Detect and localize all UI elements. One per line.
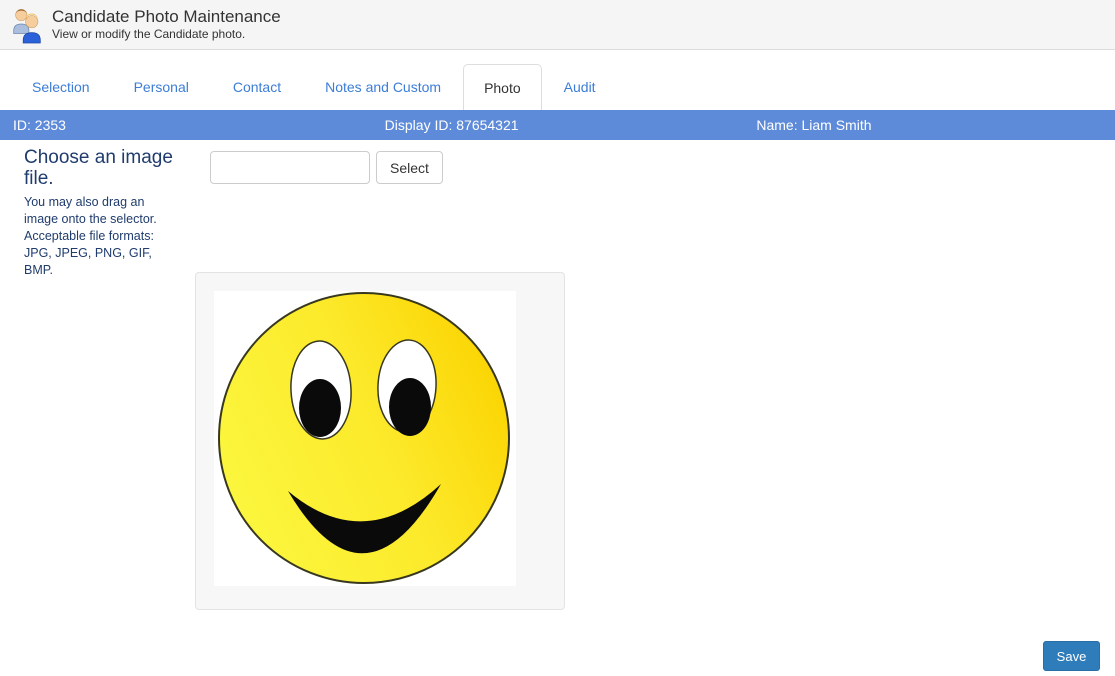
app-header: Candidate Photo Maintenance View or modi… <box>0 0 1115 50</box>
tab-bar: Selection Personal Contact Notes and Cus… <box>0 64 1115 110</box>
record-display-id: Display ID: 87654321 <box>384 117 519 133</box>
tab-selection[interactable]: Selection <box>10 64 112 110</box>
upload-heading: Choose an image file. <box>24 147 173 189</box>
file-selector-row: Select <box>210 151 443 184</box>
smiley-face-image <box>214 291 516 586</box>
page-subtitle: View or modify the Candidate photo. <box>52 27 246 41</box>
select-file-button[interactable]: Select <box>376 151 443 184</box>
record-id: ID: 2353 <box>13 117 66 133</box>
record-name: Name: Liam Smith <box>756 117 872 133</box>
tab-audit[interactable]: Audit <box>542 64 618 110</box>
upload-help-drag: You may also drag an image onto the sele… <box>24 195 157 226</box>
users-icon <box>8 6 46 44</box>
tab-notes-and-custom[interactable]: Notes and Custom <box>303 64 463 110</box>
tab-contact[interactable]: Contact <box>211 64 303 110</box>
file-name-input[interactable] <box>210 151 370 184</box>
save-button[interactable]: Save <box>1043 641 1100 671</box>
tab-photo[interactable]: Photo <box>463 64 542 110</box>
candidate-photo <box>214 291 516 586</box>
record-info-bar: ID: 2353 Display ID: 87654321 Name: Liam… <box>0 110 1115 140</box>
header-titles: Candidate Photo Maintenance View or modi… <box>52 7 281 42</box>
tab-personal[interactable]: Personal <box>112 64 211 110</box>
photo-dropzone[interactable] <box>195 272 565 610</box>
page-title: Candidate Photo Maintenance <box>52 7 281 26</box>
upload-help-formats: Acceptable file formats: JPG, JPEG, PNG,… <box>24 229 154 277</box>
upload-instructions: Choose an image file. You may also drag … <box>24 147 179 279</box>
